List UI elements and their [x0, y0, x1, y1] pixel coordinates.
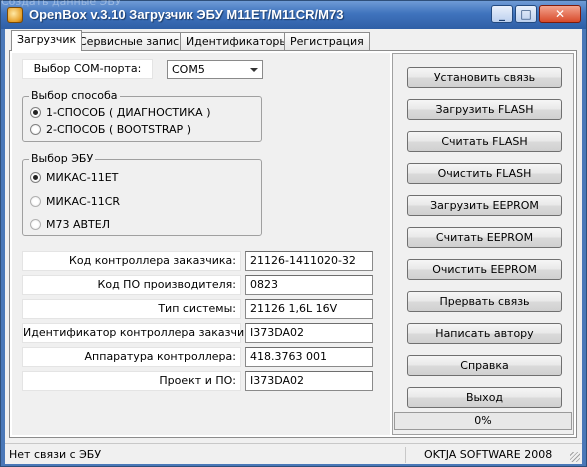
- erase-eeprom-button[interactable]: Очистить EEPROM: [407, 259, 562, 280]
- radio-checked-icon[interactable]: [30, 107, 41, 118]
- exit-button[interactable]: Выход: [407, 387, 562, 408]
- com-port-value: COM5: [172, 63, 205, 76]
- method-group-title: Выбор способа: [29, 89, 120, 102]
- ecu-option-label: МИКАС-11CR: [46, 195, 121, 208]
- project-sw-value: I373DA02: [245, 371, 373, 391]
- ecu-option-label: МИКАС-11ЕТ: [46, 171, 119, 184]
- settings-area: Выбор COM-порта: COM5 Выбор способа 1-СП…: [12, 53, 390, 435]
- ecu-option-mikas-11cr[interactable]: МИКАС-11CR: [30, 195, 120, 208]
- method-option-label: 2-СПОСОБ ( BOOTSTRAP ): [46, 123, 191, 136]
- contact-author-button[interactable]: Написать автору: [407, 323, 562, 344]
- com-port-select[interactable]: COM5: [167, 60, 263, 79]
- copyright-status: OKTJA SOFTWARE 2008: [405, 447, 575, 463]
- ecu-option-label: M73 АВТЕЛ: [46, 218, 110, 231]
- system-type-value: 21126 1,6L 16V: [245, 299, 373, 319]
- method-group: Выбор способа 1-СПОСОБ ( ДИАГНОСТИКА ) 2…: [22, 89, 262, 142]
- method-option-label: 1-СПОСОБ ( ДИАГНОСТИКА ): [46, 106, 211, 119]
- method-option-bootstrap[interactable]: 2-СПОСОБ ( BOOTSTRAP ): [30, 123, 191, 136]
- close-button[interactable]: ✕: [539, 5, 581, 23]
- window-title: OpenBox v.3.10 Загрузчик ЭБУ M11ET/M11CR…: [29, 7, 344, 22]
- radio-checked-icon[interactable]: [30, 172, 41, 183]
- controller-hardware-label: Аппаратура контроллера:: [22, 347, 241, 367]
- ecu-group-title: Выбор ЭБУ: [29, 152, 96, 165]
- upload-flash-button[interactable]: Загрузить FLASH: [407, 99, 562, 120]
- manufacturer-sw-code-label: Код ПО производителя:: [22, 275, 241, 295]
- help-button[interactable]: Справка: [407, 355, 562, 376]
- radio-unchecked-icon[interactable]: [30, 124, 41, 135]
- close-icon: ✕: [554, 7, 566, 21]
- customer-controller-id-label: Идентификатор контроллера заказчика:: [22, 323, 261, 343]
- status-bar: Нет связи с ЭБУ OKTJA SOFTWARE 2008: [5, 443, 582, 464]
- tab-loader[interactable]: Загрузчик: [11, 30, 83, 51]
- controller-hardware-value: 418.3763 001: [245, 347, 373, 367]
- tab-registration[interactable]: Регистрация: [284, 32, 370, 50]
- app-icon: [7, 7, 23, 23]
- upload-eeprom-button[interactable]: Загрузить EEPROM: [407, 195, 562, 216]
- radio-unchecked-icon[interactable]: [30, 219, 41, 230]
- title-bar[interactable]: Создать данные ЭБУ OpenBox v.3.10 Загруз…: [1, 0, 586, 29]
- project-sw-label: Проект и ПО:: [22, 371, 241, 391]
- minimize-button[interactable]: _: [491, 5, 513, 23]
- chevron-down-icon[interactable]: [250, 68, 258, 72]
- window-client-area: Загрузчик Сервисные записи Идентификатор…: [5, 29, 582, 464]
- tab-service-records[interactable]: Сервисные записи: [73, 32, 193, 50]
- maximize-button[interactable]: □: [515, 5, 537, 23]
- tab-identifiers[interactable]: Идентификаторы: [180, 32, 295, 50]
- resize-grip-icon[interactable]: [570, 452, 580, 462]
- erase-flash-button[interactable]: Очистить FLASH: [407, 163, 562, 184]
- maximize-icon: □: [520, 7, 532, 21]
- connect-button[interactable]: Установить связь: [407, 67, 562, 88]
- progress-text: 0%: [474, 414, 492, 427]
- minimize-icon: _: [499, 7, 505, 21]
- system-type-label: Тип системы:: [22, 299, 241, 319]
- customer-controller-id-value: I373DA02: [245, 323, 373, 343]
- manufacturer-sw-code-value: 0823: [245, 275, 373, 295]
- read-flash-button[interactable]: Считать FLASH: [407, 131, 562, 152]
- ecu-option-m73-avtel[interactable]: M73 АВТЕЛ: [30, 218, 110, 231]
- disconnect-button[interactable]: Прервать связь: [407, 291, 562, 312]
- customer-controller-code-label: Код контроллера заказчика:: [22, 251, 241, 271]
- ecu-option-mikas-11et[interactable]: МИКАС-11ЕТ: [30, 171, 118, 184]
- ecu-group: Выбор ЭБУ МИКАС-11ЕТ МИКАС-11CR M73 АВТЕ…: [22, 152, 262, 236]
- connection-status: Нет связи с ЭБУ: [9, 448, 102, 461]
- method-option-diagnostics[interactable]: 1-СПОСОБ ( ДИАГНОСТИКА ): [30, 106, 210, 119]
- com-port-label: Выбор COM-порта:: [22, 59, 153, 79]
- customer-controller-code-value: 21126-1411020-32: [245, 251, 373, 271]
- progress-bar: 0%: [394, 412, 572, 430]
- app-window: Создать данные ЭБУ OpenBox v.3.10 Загруз…: [0, 0, 587, 467]
- actions-area: Установить связь Загрузить FLASH Считать…: [392, 53, 574, 435]
- radio-unchecked-icon[interactable]: [30, 196, 41, 207]
- read-eeprom-button[interactable]: Считать EEPROM: [407, 227, 562, 248]
- loader-tab-panel: Выбор COM-порта: COM5 Выбор способа 1-СП…: [9, 50, 577, 438]
